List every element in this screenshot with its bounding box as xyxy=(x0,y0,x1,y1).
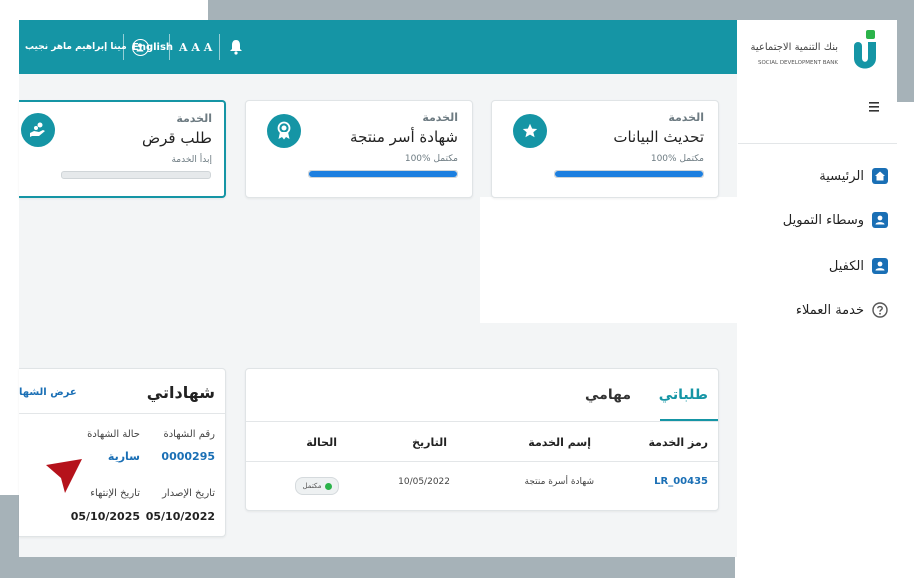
service-progress-bar xyxy=(61,171,211,179)
home-icon xyxy=(872,168,888,184)
cert-status-label: حالة الشهادة xyxy=(87,429,140,440)
sidebar-item-finance-brokers[interactable]: وسطاء التمويل xyxy=(783,212,888,228)
tab-my-requests[interactable]: طلباتي xyxy=(659,387,708,403)
sidebar-item-label: وسطاء التمويل xyxy=(782,212,864,228)
language-switch[interactable]: English xyxy=(132,20,173,74)
issue-date-label: تاريخ الإصدار xyxy=(162,488,215,499)
brand-logo: بنك التنمية الاجتماعية SOCIAL DEVELOPMEN… xyxy=(750,28,890,80)
certificates-card: شهاداتي عرض الشها رقم الشهادة 0000295 حا… xyxy=(19,368,226,537)
background-frame-top xyxy=(208,0,914,20)
status-dot-icon xyxy=(324,482,332,490)
bank-logo-icon xyxy=(854,30,876,69)
column-header-service-name: إسم الخدمة xyxy=(528,436,591,449)
service-progress-bar xyxy=(308,170,458,178)
service-label: الخدمة xyxy=(422,111,458,124)
tabs-divider xyxy=(246,421,718,422)
service-progress-bar xyxy=(554,170,704,178)
status-text: مكتمل xyxy=(302,482,322,490)
sidebar-item-home[interactable]: الرئيسية xyxy=(819,168,888,184)
view-certificates-link[interactable]: عرض الشها xyxy=(19,387,77,398)
service-card-productive-families[interactable]: الخدمة شهادة أسر منتجة مكتمل %100 xyxy=(245,100,473,198)
cert-number-label: رقم الشهادة xyxy=(163,429,215,440)
sidebar-item-label: الكفيل xyxy=(828,258,864,274)
service-status: مكتمل %100 xyxy=(650,154,704,164)
column-header-status: الحالة xyxy=(306,436,337,449)
white-overlay-panel xyxy=(480,197,737,323)
sidebar-item-label: الرئيسية xyxy=(819,168,864,184)
user-menu[interactable]: مينا إبراهيم ماهر نجيب xyxy=(25,20,149,74)
request-code-link[interactable]: LR_00435 xyxy=(654,476,708,487)
sidebar-menu-button[interactable] xyxy=(869,98,881,112)
star-icon xyxy=(513,114,547,148)
pointer-arrow-icon xyxy=(46,459,82,493)
service-name: شهادة أسر منتجة xyxy=(350,128,458,146)
sidebar-divider xyxy=(738,143,897,144)
service-name: طلب قرض xyxy=(142,129,212,147)
bank-name-en: SOCIAL DEVELOPMENT BANK xyxy=(757,60,838,66)
cert-status: سارية xyxy=(107,450,140,463)
sidebar-item-customer-service[interactable]: خدمة العملاء xyxy=(796,302,888,318)
service-status: مكتمل %100 xyxy=(404,154,458,164)
loan-hand-icon xyxy=(21,113,55,147)
cert-number: 0000295 xyxy=(161,450,215,463)
service-card-loan-request[interactable]: الخدمة طلب قرض إبدأ الخدمة xyxy=(19,100,226,198)
sidebar-item-guarantor[interactable]: الكفيل xyxy=(829,258,888,274)
separator xyxy=(219,34,220,60)
top-bar: مينا إبراهيم ماهر نجيب English A A A xyxy=(19,20,737,74)
table-row[interactable]: LR_00435 شهادة أسرة منتجة 10/05/2022 مكت… xyxy=(246,462,718,508)
sidebar-item-label: خدمة العملاء xyxy=(795,302,864,318)
help-icon xyxy=(872,302,888,318)
user-name: مينا إبراهيم ماهر نجيب xyxy=(25,42,127,52)
award-icon xyxy=(267,114,301,148)
service-name: تحديث البيانات xyxy=(613,128,704,146)
request-date: 10/05/2022 xyxy=(398,477,450,487)
background-frame-right xyxy=(897,0,914,102)
hamburger-icon xyxy=(869,102,879,112)
separator xyxy=(169,34,170,60)
expiry-date: 05/10/2025 xyxy=(70,510,140,523)
certificates-title: شهاداتي xyxy=(146,383,215,402)
status-badge: مكتمل xyxy=(295,477,339,495)
service-label: الخدمة xyxy=(668,111,704,124)
bank-name-ar: بنك التنمية الاجتماعية xyxy=(750,42,838,53)
user-badge-icon xyxy=(872,258,888,274)
service-card-update-data[interactable]: الخدمة تحديث البيانات مكتمل %100 xyxy=(491,100,719,198)
font-size-control[interactable]: A A A xyxy=(179,20,212,74)
request-service-name: شهادة أسرة منتجة xyxy=(524,477,595,487)
background-frame-bottom xyxy=(0,557,735,578)
separator xyxy=(123,34,124,60)
service-status: إبدأ الخدمة xyxy=(171,155,212,165)
user-badge-icon xyxy=(872,212,888,228)
title-divider xyxy=(19,413,225,414)
service-label: الخدمة xyxy=(176,112,212,125)
notifications-bell-icon[interactable] xyxy=(229,20,243,74)
expiry-date-label: تاريخ الإنتهاء xyxy=(90,488,140,499)
column-header-date: التاريخ xyxy=(412,436,447,449)
tab-my-tasks[interactable]: مهامي xyxy=(585,387,631,403)
requests-card: طلباتي مهامي رمز الخدمة إسم الخدمة التار… xyxy=(245,368,719,511)
issue-date: 05/10/2022 xyxy=(145,510,215,523)
column-header-service-code: رمز الخدمة xyxy=(648,436,708,449)
